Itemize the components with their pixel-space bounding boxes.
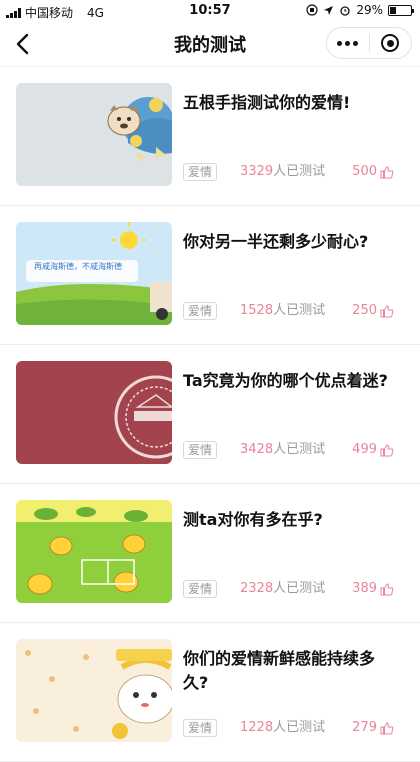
test-title: 你们的爱情新鲜感能持续多久? <box>183 649 376 692</box>
thumb-caption: 再咸海斯德，不咸海斯德 <box>34 261 122 271</box>
test-thumbnail <box>16 500 172 603</box>
category-tag: 爱情 <box>183 441 218 459</box>
participant-count: 3428人已测试 <box>240 441 325 459</box>
like-count: 250 <box>352 303 377 318</box>
sky-meadow-illustration: 再咸海斯德，不咸海斯德 <box>16 222 172 325</box>
like-button[interactable]: 500 <box>352 163 394 181</box>
category-tag: 爱情 <box>183 163 218 181</box>
thumbs-up-icon <box>380 443 394 456</box>
kitten-illustration <box>16 639 172 742</box>
list-item[interactable]: 再咸海斯德，不咸海斯德 你对另一半还剩多少耐心? 爱情 1528人已测试 250 <box>0 206 420 345</box>
test-title: 测ta对你有多在乎? <box>183 510 323 529</box>
participant-suffix: 人已测试 <box>273 442 326 457</box>
more-dot <box>345 40 351 46</box>
thumbs-up-icon <box>380 165 394 178</box>
like-count: 500 <box>352 164 377 179</box>
more-button[interactable] <box>327 28 369 58</box>
participant-suffix: 人已测试 <box>273 303 326 318</box>
close-program-button[interactable] <box>369 28 411 58</box>
test-title: Ta究竟为你的哪个优点着迷? <box>183 371 388 390</box>
participant-count: 3329人已测试 <box>240 163 325 181</box>
list-item[interactable]: 五根手指测试你的爱情! 爱情 3329人已测试 500 <box>0 67 420 206</box>
battery-percent: 29% <box>356 3 383 17</box>
participant-count: 1228人已测试 <box>240 719 325 737</box>
test-title: 五根手指测试你的爱情! <box>183 93 351 112</box>
participant-number: 3428 <box>240 442 274 457</box>
test-thumbnail <box>16 639 172 742</box>
like-count: 389 <box>352 581 377 596</box>
participant-suffix: 人已测试 <box>273 164 326 179</box>
list-item[interactable]: Ta究竟为你的哪个优点着迷? 爱情 3428人已测试 499 <box>0 345 420 484</box>
participant-number: 3329 <box>240 164 274 179</box>
target-icon <box>381 34 400 52</box>
like-button[interactable]: 389 <box>352 580 394 598</box>
participant-suffix: 人已测试 <box>273 581 326 596</box>
participant-suffix: 人已测试 <box>273 720 326 735</box>
like-count: 499 <box>352 442 377 457</box>
alarm-icon <box>340 6 350 16</box>
category-tag: 爱情 <box>183 302 218 320</box>
thumbs-up-icon <box>380 304 394 317</box>
like-count: 279 <box>352 720 377 735</box>
location-icon <box>324 5 334 15</box>
category-tag: 爱情 <box>183 580 218 598</box>
test-title: 你对另一半还剩多少耐心? <box>183 232 369 251</box>
battery-icon <box>388 4 414 16</box>
like-button[interactable]: 279 <box>352 719 394 737</box>
orientation-lock-icon <box>306 4 318 16</box>
target-dot <box>386 39 394 47</box>
thumbs-up-icon <box>380 721 394 734</box>
chicks-field-illustration <box>16 500 172 603</box>
status-right: 29% <box>306 3 414 17</box>
participant-number: 2328 <box>240 581 274 596</box>
test-thumbnail: 再咸海斯德，不咸海斯德 <box>16 222 172 325</box>
like-button[interactable]: 499 <box>352 441 394 459</box>
list-item[interactable]: 你们的爱情新鲜感能持续多久? 爱情 1228人已测试 279 <box>0 623 420 762</box>
battery-fill <box>390 6 396 14</box>
test-thumbnail <box>16 83 172 186</box>
participant-count: 2328人已测试 <box>240 580 325 598</box>
participant-number: 1528 <box>240 303 274 318</box>
more-dots-icon <box>337 40 343 46</box>
status-bar: 中国移动 4G 10:57 29% <box>0 0 420 22</box>
participant-number: 1228 <box>240 720 274 735</box>
thumbs-up-icon <box>380 582 394 595</box>
category-tag: 爱情 <box>183 719 218 737</box>
navigation-bar: 我的测试 <box>0 22 420 67</box>
more-dot <box>353 40 359 46</box>
like-button[interactable]: 250 <box>352 302 394 320</box>
test-thumbnail <box>16 361 172 464</box>
mini-program-capsule <box>326 27 412 59</box>
seal-emblem-illustration <box>16 361 172 464</box>
participant-count: 1528人已测试 <box>240 302 325 320</box>
list-item[interactable]: 测ta对你有多在乎? 爱情 2328人已测试 389 <box>0 484 420 623</box>
test-list: 五根手指测试你的爱情! 爱情 3329人已测试 500 再咸海斯德，不咸海斯德 … <box>0 67 420 762</box>
dog-illustration <box>16 83 172 186</box>
